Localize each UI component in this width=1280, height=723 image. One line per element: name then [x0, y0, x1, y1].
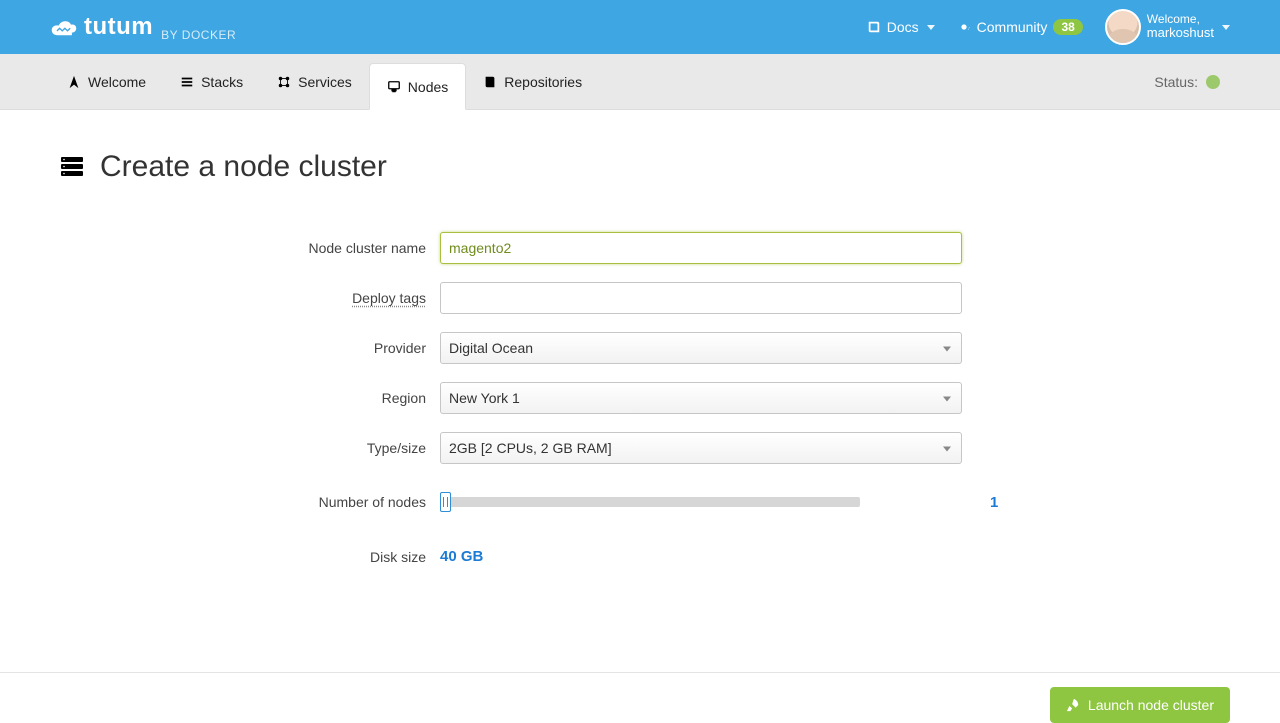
cloud-icon — [50, 18, 78, 36]
footer: Launch node cluster — [0, 672, 1280, 720]
rocket-icon — [1066, 698, 1080, 712]
status-indicator — [1206, 75, 1220, 89]
tab-label: Services — [298, 74, 352, 90]
deploy-tags-input[interactable] — [440, 282, 962, 314]
tab-services[interactable]: Services — [260, 54, 369, 109]
region-value: New York 1 — [449, 390, 520, 406]
provider-label: Provider — [240, 340, 440, 356]
tab-label: Welcome — [88, 74, 146, 90]
cluster-name-input[interactable] — [440, 232, 962, 264]
disk-value: 40 GB — [440, 548, 483, 565]
nodes-slider[interactable] — [440, 492, 860, 512]
launch-label: Launch node cluster — [1088, 697, 1214, 713]
tab-label: Nodes — [408, 79, 448, 95]
tags-label: Deploy tags — [240, 290, 440, 306]
server-icon — [60, 156, 84, 178]
region-label: Region — [240, 390, 440, 406]
book-icon — [867, 20, 881, 34]
tab-stacks[interactable]: Stacks — [163, 54, 260, 109]
brand-logo[interactable]: tutum BY DOCKER — [50, 13, 236, 42]
status-area: Status: — [1154, 54, 1220, 109]
brand-name: tutum — [84, 13, 153, 41]
page-title: Create a node cluster — [60, 150, 1220, 184]
community-badge: 38 — [1053, 19, 1082, 35]
nodes-icon — [387, 80, 401, 94]
form: Node cluster name Deploy tags Provider D… — [240, 232, 1220, 566]
content: Create a node cluster Node cluster name … — [0, 110, 1280, 672]
tab-label: Repositories — [504, 74, 582, 90]
avatar — [1105, 9, 1141, 45]
type-select[interactable]: 2GB [2 CPUs, 2 GB RAM] — [440, 432, 962, 464]
caret-down-icon — [1222, 25, 1230, 30]
tab-label: Stacks — [201, 74, 243, 90]
user-menu[interactable]: Welcome, markoshust — [1105, 9, 1230, 45]
nodes-value: 1 — [990, 494, 998, 511]
community-menu[interactable]: Community 38 — [957, 19, 1083, 35]
brand-byline: BY DOCKER — [161, 28, 236, 42]
region-select[interactable]: New York 1 — [440, 382, 962, 414]
username: markoshust — [1147, 26, 1214, 40]
gear-icon — [957, 20, 971, 34]
type-label: Type/size — [240, 440, 440, 456]
nodes-label: Number of nodes — [240, 494, 440, 510]
main-tabs: Welcome Stacks Services Nodes Repositori… — [0, 54, 1280, 110]
community-label: Community — [977, 19, 1048, 35]
docs-menu[interactable]: Docs — [867, 19, 935, 35]
top-bar: tutum BY DOCKER Docs Community 38 Welcom… — [0, 0, 1280, 54]
compass-icon — [67, 75, 81, 89]
slider-track — [440, 497, 860, 507]
slider-handle[interactable] — [440, 492, 451, 512]
disk-label: Disk size — [240, 549, 440, 565]
provider-select[interactable]: Digital Ocean — [440, 332, 962, 364]
tab-repositories[interactable]: Repositories — [466, 54, 599, 109]
launch-button[interactable]: Launch node cluster — [1050, 687, 1230, 723]
tab-welcome[interactable]: Welcome — [50, 54, 163, 109]
docs-label: Docs — [887, 19, 919, 35]
stacks-icon — [180, 75, 194, 89]
page-title-text: Create a node cluster — [100, 150, 387, 184]
repo-icon — [483, 75, 497, 89]
type-value: 2GB [2 CPUs, 2 GB RAM] — [449, 440, 612, 456]
tab-nodes[interactable]: Nodes — [369, 63, 466, 110]
services-icon — [277, 75, 291, 89]
status-label: Status: — [1154, 74, 1198, 90]
name-label: Node cluster name — [240, 240, 440, 256]
caret-down-icon — [927, 25, 935, 30]
provider-value: Digital Ocean — [449, 340, 533, 356]
